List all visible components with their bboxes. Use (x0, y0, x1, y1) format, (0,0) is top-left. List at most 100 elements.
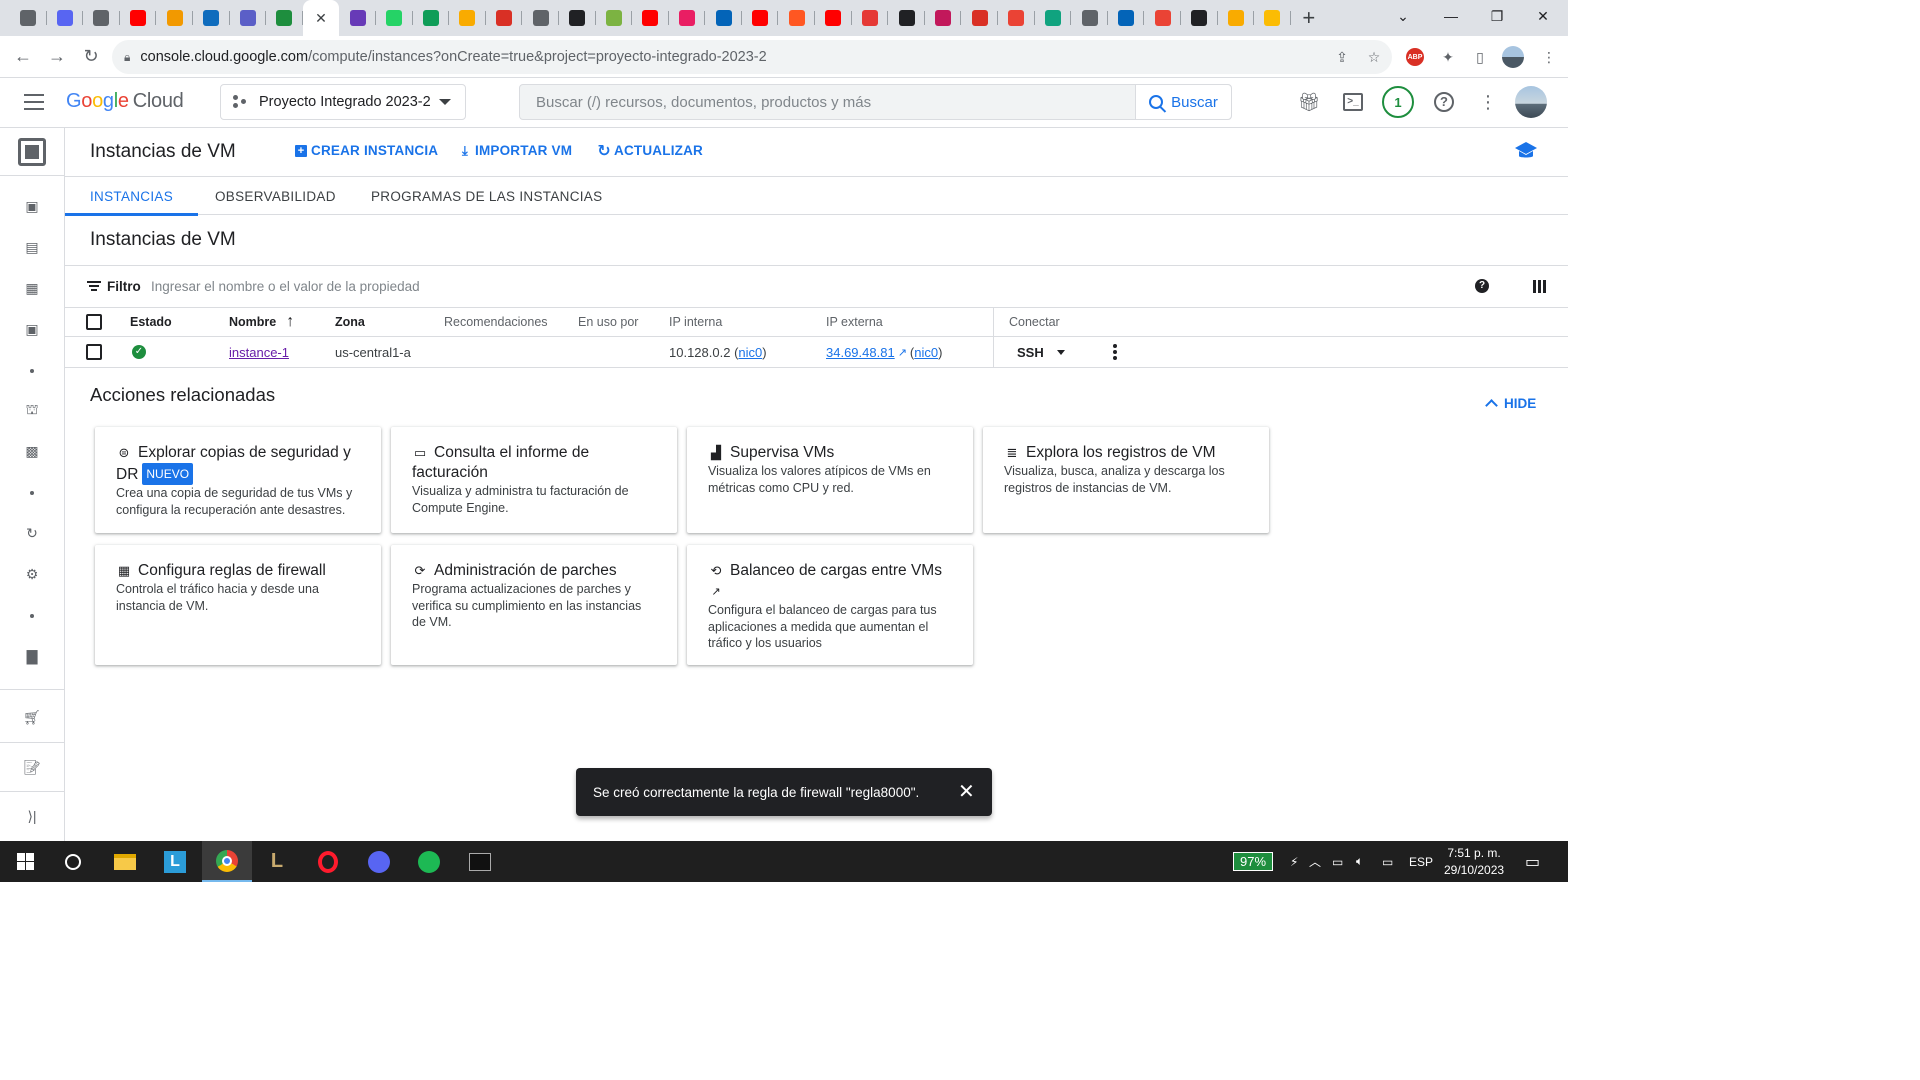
browser-tab[interactable] (669, 2, 706, 34)
battery-indicator[interactable]: 97% (1233, 841, 1274, 882)
terminal-icon[interactable] (455, 841, 505, 882)
col-connect[interactable]: Conectar (1009, 308, 1060, 336)
browser-tab[interactable] (888, 2, 925, 34)
card-vm-logs[interactable]: ≣ Explora los registros de VM Visualiza, … (983, 427, 1269, 533)
select-all-checkbox[interactable] (86, 308, 102, 336)
card-load-balancing[interactable]: ⟲ Balanceo de cargas entre VMs ↗ Configura… (687, 545, 973, 665)
col-internal-ip[interactable]: IP interna (669, 308, 722, 336)
notifications-center-icon[interactable]: ▭ (1525, 841, 1540, 882)
window-close-button[interactable]: ✕ (1520, 0, 1566, 32)
col-recommendations[interactable]: Recomendaciones (444, 308, 548, 336)
browser-tab[interactable] (1108, 2, 1145, 34)
browser-tab[interactable] (925, 2, 962, 34)
discord-taskbar-icon[interactable] (354, 841, 404, 882)
col-status[interactable]: Estado (130, 308, 172, 336)
machine-images-icon[interactable]: ▣ (24, 321, 40, 337)
search-icon[interactable] (48, 841, 98, 882)
tab-programas[interactable]: PROGRAMAS DE LAS INSTANCIAS (371, 177, 602, 215)
release-notes-icon[interactable]: 📝︎ (23, 759, 41, 775)
browser-tab[interactable] (742, 2, 779, 34)
extensions-puzzle-icon[interactable]: ✦ (1437, 46, 1459, 68)
browser-tab[interactable] (522, 2, 559, 34)
filter-help-icon[interactable]: ? (1475, 279, 1489, 293)
tab-search-chevron-icon[interactable]: ⌄ (1380, 0, 1426, 32)
card-backup-dr[interactable]: ⊜ Explorar copias de seguridad y DR NUEVO … (95, 427, 381, 533)
filter-input[interactable]: Ingresar el nombre o el valor de la prop… (151, 279, 420, 294)
network-icon[interactable]: ▭ (1382, 841, 1393, 882)
card-patch-management[interactable]: ⟳ Administración de parches Programa actu… (391, 545, 677, 665)
storage-icon[interactable]: ▇ (24, 648, 40, 664)
close-icon[interactable]: ✕ (315, 10, 327, 27)
browser-tab[interactable] (559, 2, 596, 34)
browser-tab[interactable] (1181, 2, 1218, 34)
browser-tab[interactable] (778, 2, 815, 34)
vm-manager-icon[interactable]: ▩ (24, 443, 40, 459)
migrate-icon[interactable]: ↻ (24, 525, 40, 541)
row-actions-kebab-icon[interactable] (1113, 337, 1117, 367)
col-zone[interactable]: Zona (335, 308, 365, 336)
language-indicator[interactable]: ESP (1409, 841, 1433, 882)
browser-tab[interactable] (1218, 2, 1255, 34)
vm-instances-icon[interactable]: ▣ (24, 198, 40, 214)
browser-menu-icon[interactable]: ⋮ (1538, 46, 1560, 68)
browser-tab[interactable] (632, 2, 669, 34)
chrome-taskbar-icon[interactable] (202, 841, 252, 882)
column-display-icon[interactable] (1533, 280, 1546, 293)
battery-icon[interactable]: ▭ (1332, 841, 1343, 882)
sole-tenant-nodes-icon[interactable]: ▦ (24, 280, 40, 296)
account-avatar[interactable] (1515, 86, 1547, 118)
col-in-use-by[interactable]: En uso por (578, 308, 638, 336)
browser-tab[interactable] (1144, 2, 1181, 34)
browser-tab[interactable] (961, 2, 998, 34)
league-icon[interactable]: L (252, 841, 302, 882)
profile-avatar[interactable] (1502, 46, 1524, 68)
minimize-button[interactable]: — (1428, 0, 1474, 32)
browser-tab[interactable] (1035, 2, 1072, 34)
ssh-dropdown-icon[interactable] (1057, 337, 1065, 367)
browser-tab[interactable] (376, 2, 413, 34)
external-nic-link[interactable]: nic0 (914, 345, 938, 360)
clock[interactable]: 7:51 p. m. 29/10/2023 (1444, 841, 1504, 882)
col-external-ip[interactable]: IP externa (826, 308, 883, 336)
browser-tab[interactable] (449, 2, 486, 34)
address-bar[interactable]: 🔒︎ console.cloud.google.com/compute/inst… (112, 40, 1392, 74)
google-cloud-logo[interactable]: Google Cloud (66, 90, 184, 113)
help-icon[interactable]: ? (1432, 90, 1456, 114)
bookmark-star-icon[interactable]: ☆ (1363, 46, 1385, 68)
hide-related-button[interactable]: HIDE (1485, 396, 1536, 412)
back-arrow-icon[interactable]: ← (6, 40, 40, 74)
create-instance-button[interactable]: + CREAR INSTANCIA (294, 143, 438, 158)
search-button[interactable]: Buscar (1135, 85, 1231, 119)
browser-tab[interactable] (413, 2, 450, 34)
instance-name-link[interactable]: instance-1 (229, 337, 289, 367)
maximize-button[interactable]: ❐ (1474, 0, 1520, 32)
browser-tab[interactable] (339, 2, 376, 34)
browser-tab[interactable] (120, 2, 157, 34)
show-hidden-icons-chevron[interactable]: ︿ (1309, 841, 1321, 882)
notifications-badge[interactable]: 1 (1382, 86, 1414, 118)
share-icon[interactable]: ⇪ (1331, 46, 1353, 68)
browser-tab[interactable] (1071, 2, 1108, 34)
browser-tab[interactable] (705, 2, 742, 34)
browser-tab[interactable] (486, 2, 523, 34)
card-firewall-rules[interactable]: ▦ Configura reglas de firewall Controla e… (95, 545, 381, 665)
volume-icon[interactable]: 🔈︎ (1356, 841, 1363, 882)
compute-engine-chip-icon[interactable] (0, 128, 64, 176)
row-checkbox[interactable] (86, 337, 102, 367)
browser-tab[interactable] (815, 2, 852, 34)
instance-templates-icon[interactable]: ▤ (24, 239, 40, 255)
settings-gear-icon[interactable]: ⚙ (24, 566, 40, 582)
browser-tab[interactable] (998, 2, 1035, 34)
browser-tab[interactable] (83, 2, 120, 34)
browser-tab[interactable] (156, 2, 193, 34)
browser-tab[interactable] (10, 2, 47, 34)
internal-nic-link[interactable]: nic0 (738, 345, 762, 360)
new-tab-button[interactable]: + (1291, 5, 1327, 31)
power-plug-icon[interactable]: ⚡ (1290, 841, 1298, 882)
reload-icon[interactable]: ↻ (74, 40, 108, 74)
import-vm-button[interactable]: ⤓ IMPORTAR VM (458, 143, 572, 159)
refresh-button[interactable]: ↻ ACTUALIZAR (597, 143, 703, 160)
browser-tab[interactable]: ✕ (302, 0, 340, 36)
project-selector[interactable]: Proyecto Integrado 2023-2 (220, 84, 466, 120)
tab-observabilidad[interactable]: OBSERVABILIDAD (215, 177, 336, 215)
